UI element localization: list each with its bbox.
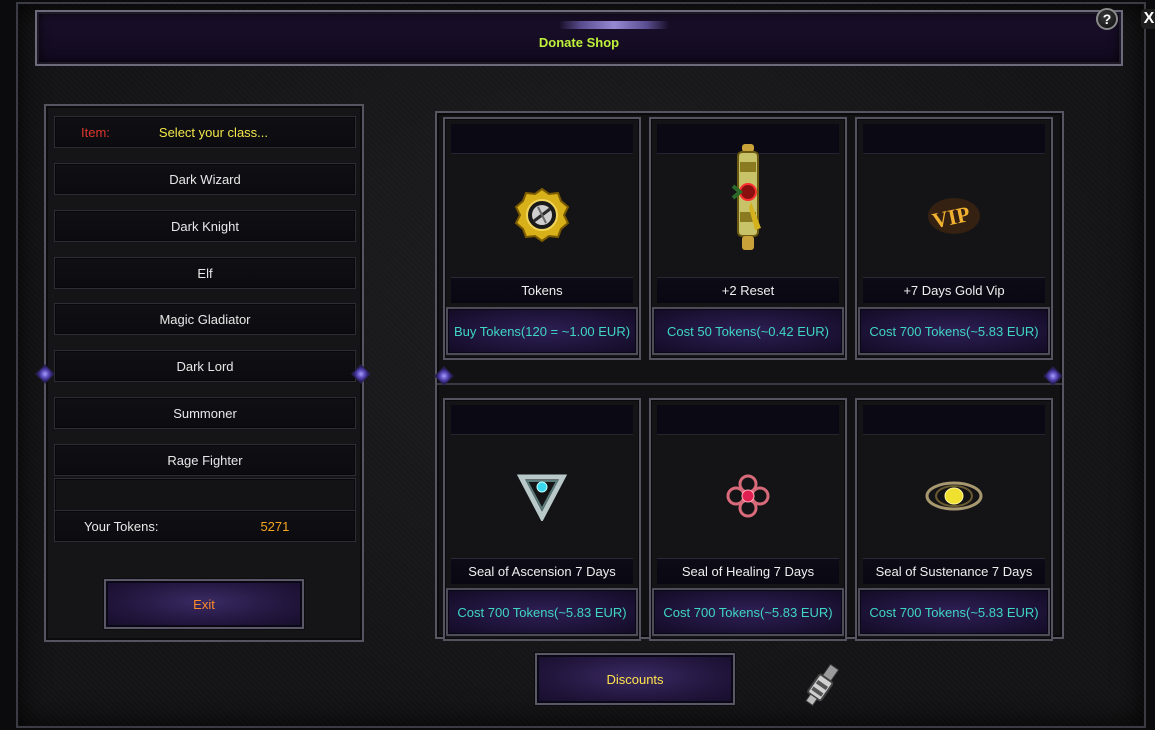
- card-header: [863, 124, 1045, 154]
- class-option-dark-lord[interactable]: Dark Lord: [54, 350, 356, 382]
- shop-item-reset: +2 Reset Cost 50 Tokens(~0.42 EUR): [649, 117, 847, 360]
- item-label: Item:: [81, 124, 110, 140]
- seal-healing-icon: [651, 436, 845, 556]
- scroll-icon: [651, 133, 845, 263]
- seal-ascension-icon: [445, 436, 639, 556]
- row-divider: [437, 383, 1062, 385]
- class-option-elf[interactable]: Elf: [54, 257, 356, 289]
- shop-item-seal-sustenance: Seal of Sustenance 7 Days Cost 700 Token…: [855, 398, 1053, 641]
- tokens-row: Your Tokens: 5271: [54, 510, 356, 542]
- item-name: +7 Days Gold Vip: [863, 277, 1045, 303]
- window-title: Donate Shop: [538, 35, 620, 50]
- item-name: Tokens: [451, 277, 633, 303]
- shop-item-gold-vip: VIP +7 Days Gold Vip Cost 700 Tokens(~5.…: [855, 117, 1053, 360]
- class-option-label: Dark Wizard: [169, 171, 241, 187]
- class-option-dark-wizard[interactable]: Dark Wizard: [54, 163, 356, 195]
- card-header: [863, 405, 1045, 435]
- close-button[interactable]: X: [1141, 9, 1155, 29]
- item-name: Seal of Ascension 7 Days: [451, 558, 633, 584]
- tokens-label: Your Tokens:: [84, 518, 159, 534]
- mouse-cursor-icon: [805, 663, 840, 707]
- vip-badge-icon: VIP: [857, 155, 1051, 275]
- class-selection-panel: Item: Select your class... Dark Wizard D…: [44, 104, 364, 642]
- tokens-value: 5271: [260, 518, 290, 534]
- class-option-label: Summoner: [173, 405, 237, 421]
- buy-seal-healing-button[interactable]: Cost 700 Tokens(~5.83 EUR): [652, 588, 844, 636]
- shop-item-seal-healing: Seal of Healing 7 Days Cost 700 Tokens(~…: [649, 398, 847, 641]
- card-header: [451, 124, 633, 154]
- item-value: Select your class...: [158, 124, 269, 140]
- exit-button[interactable]: Exit: [104, 579, 304, 629]
- buy-reset-button[interactable]: Cost 50 Tokens(~0.42 EUR): [652, 307, 844, 355]
- empty-row: [54, 478, 356, 512]
- shop-grid: Tokens Buy Tokens(120 = ~1.00 EUR) +2 Re…: [435, 111, 1064, 641]
- shop-item-tokens: Tokens Buy Tokens(120 = ~1.00 EUR): [443, 117, 641, 360]
- token-coin-icon: [445, 155, 639, 275]
- discounts-button[interactable]: Discounts: [535, 653, 735, 705]
- shop-item-seal-ascension: Seal of Ascension 7 Days Cost 700 Tokens…: [443, 398, 641, 641]
- seal-sustenance-icon: [857, 436, 1051, 556]
- title-bar: Donate Shop: [35, 10, 1123, 66]
- item-name: +2 Reset: [657, 277, 839, 303]
- class-option-label: Elf: [197, 265, 213, 281]
- buy-seal-sustenance-button[interactable]: Cost 700 Tokens(~5.83 EUR): [858, 588, 1050, 636]
- item-row: Item: Select your class...: [54, 116, 356, 148]
- class-option-label: Dark Lord: [176, 358, 234, 374]
- buy-vip-button[interactable]: Cost 700 Tokens(~5.83 EUR): [858, 307, 1050, 355]
- item-name: Seal of Healing 7 Days: [657, 558, 839, 584]
- title-ornament: [559, 21, 669, 29]
- item-name: Seal of Sustenance 7 Days: [863, 558, 1045, 584]
- buy-tokens-button[interactable]: Buy Tokens(120 = ~1.00 EUR): [446, 307, 638, 355]
- card-header: [451, 405, 633, 435]
- class-option-dark-knight[interactable]: Dark Knight: [54, 210, 356, 242]
- help-button[interactable]: ?: [1096, 8, 1118, 30]
- buy-seal-ascension-button[interactable]: Cost 700 Tokens(~5.83 EUR): [446, 588, 638, 636]
- class-option-rage-fighter[interactable]: Rage Fighter: [54, 444, 356, 476]
- class-option-summoner[interactable]: Summoner: [54, 397, 356, 429]
- class-option-label: Dark Knight: [171, 218, 239, 234]
- card-header: [657, 405, 839, 435]
- class-option-label: Rage Fighter: [167, 452, 243, 468]
- class-option-label: Magic Gladiator: [159, 311, 251, 327]
- class-option-magic-gladiator[interactable]: Magic Gladiator: [54, 303, 356, 335]
